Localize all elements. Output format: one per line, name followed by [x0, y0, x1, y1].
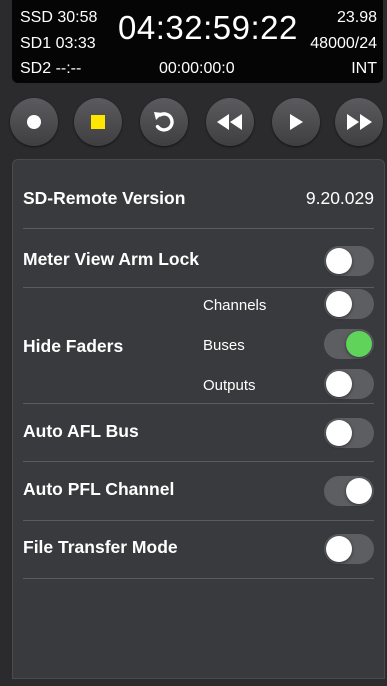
auto-afl-bus-row: Auto AFL Bus	[23, 418, 374, 448]
fast-forward-button[interactable]	[335, 98, 383, 146]
auto-afl-bus-label: Auto AFL Bus	[23, 421, 139, 441]
sd2-remaining: SD2 --:--	[20, 60, 82, 77]
divider	[23, 403, 374, 404]
auto-pfl-channel-label: Auto PFL Channel	[23, 479, 175, 499]
hide-channels-toggle[interactable]	[324, 289, 374, 319]
sample-rate: 48000/24	[310, 35, 377, 52]
meter-view-arm-lock-row: Meter View Arm Lock	[23, 246, 374, 276]
settings-panel: SD-Remote Version 9.20.029 Meter View Ar…	[12, 159, 385, 679]
sync-source: INT	[351, 60, 377, 77]
buses-label: Buses	[203, 337, 245, 354]
status-display: SSD 30:58 SD1 03:33 SD2 --:-- 04:32:59:2…	[12, 0, 383, 83]
loop-icon	[154, 112, 174, 132]
play-button[interactable]	[272, 98, 320, 146]
sd1-remaining: SD1 03:33	[20, 35, 96, 52]
version-label: SD-Remote Version	[23, 188, 186, 208]
outputs-label: Outputs	[203, 377, 256, 394]
file-transfer-mode-toggle[interactable]	[324, 534, 374, 564]
hide-buses-toggle[interactable]	[324, 329, 374, 359]
stop-icon	[91, 115, 105, 129]
play-icon	[290, 114, 303, 130]
version-value: 9.20.029	[305, 188, 374, 208]
divider	[23, 520, 374, 521]
rewind-icon	[217, 114, 242, 130]
ssd-remaining: SSD 30:58	[20, 9, 98, 26]
sub-timecode: 00:00:00:0	[159, 60, 235, 77]
frame-rate: 23.98	[336, 9, 377, 26]
rewind-button[interactable]	[206, 98, 254, 146]
file-transfer-mode-row: File Transfer Mode	[23, 534, 374, 564]
stop-button[interactable]	[74, 98, 122, 146]
hide-outputs-toggle[interactable]	[324, 369, 374, 399]
meter-view-arm-lock-label: Meter View Arm Lock	[23, 249, 200, 269]
main-timecode: 04:32:59:22	[118, 9, 298, 46]
auto-afl-bus-toggle[interactable]	[324, 418, 374, 448]
channels-label: Channels	[203, 297, 267, 314]
divider	[23, 461, 374, 462]
divider	[23, 578, 374, 579]
record-button[interactable]	[10, 98, 58, 146]
version-row: SD-Remote Version 9.20.029	[23, 188, 374, 212]
record-icon	[27, 115, 41, 129]
file-transfer-mode-label: File Transfer Mode	[23, 537, 178, 557]
loop-button[interactable]	[140, 98, 188, 146]
transport-bar	[10, 98, 383, 146]
meter-view-arm-lock-toggle[interactable]	[324, 246, 374, 276]
divider	[23, 228, 374, 229]
hide-faders-label: Hide Faders	[23, 336, 124, 356]
fast-forward-icon	[347, 114, 372, 130]
auto-pfl-channel-toggle[interactable]	[324, 476, 374, 506]
hide-faders-group: Hide Faders Channels Buses Outputs	[23, 288, 374, 401]
auto-pfl-channel-row: Auto PFL Channel	[23, 476, 374, 506]
